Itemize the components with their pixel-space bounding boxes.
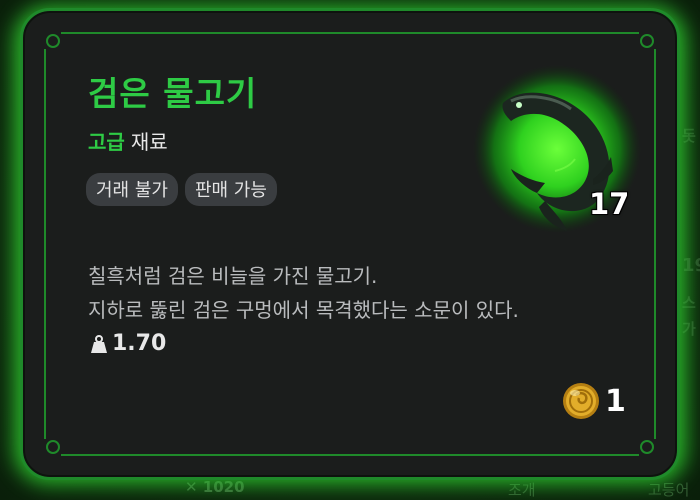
item-price: 1	[561, 381, 626, 421]
weight-value: 1.70	[112, 331, 167, 356]
item-tags: 거래 불가 판매 가능	[86, 173, 277, 206]
gold-coin-icon	[563, 383, 599, 419]
item-tooltip: 검은 물고기 고급 재료 거래 불가 판매 가능 17 칠흑처럼 검은 비늘을 …	[20, 8, 680, 480]
tag-sellable: 판매 가능	[184, 173, 277, 206]
weight-icon	[91, 334, 107, 353]
description-line: 지하로 뚫린 검은 구멍에서 목격했다는 소문이 있다.	[88, 298, 519, 322]
tag-untradeable: 거래 불가	[86, 173, 178, 206]
item-grade: 고급	[88, 130, 125, 154]
item-quantity: 17	[589, 187, 630, 221]
price-value: 1	[605, 383, 626, 419]
item-grade-line: 고급 재료	[88, 126, 168, 155]
item-description: 칠흑처럼 검은 비늘을 가진 물고기. 지하로 뚫린 검은 구멍에서 목격했다는…	[88, 259, 519, 327]
item-category: 재료	[130, 130, 168, 154]
description-line: 칠흑처럼 검은 비늘을 가진 물고기.	[88, 264, 378, 288]
item-weight: 1.70	[89, 331, 166, 356]
item-name: 검은 물고기	[88, 74, 258, 113]
